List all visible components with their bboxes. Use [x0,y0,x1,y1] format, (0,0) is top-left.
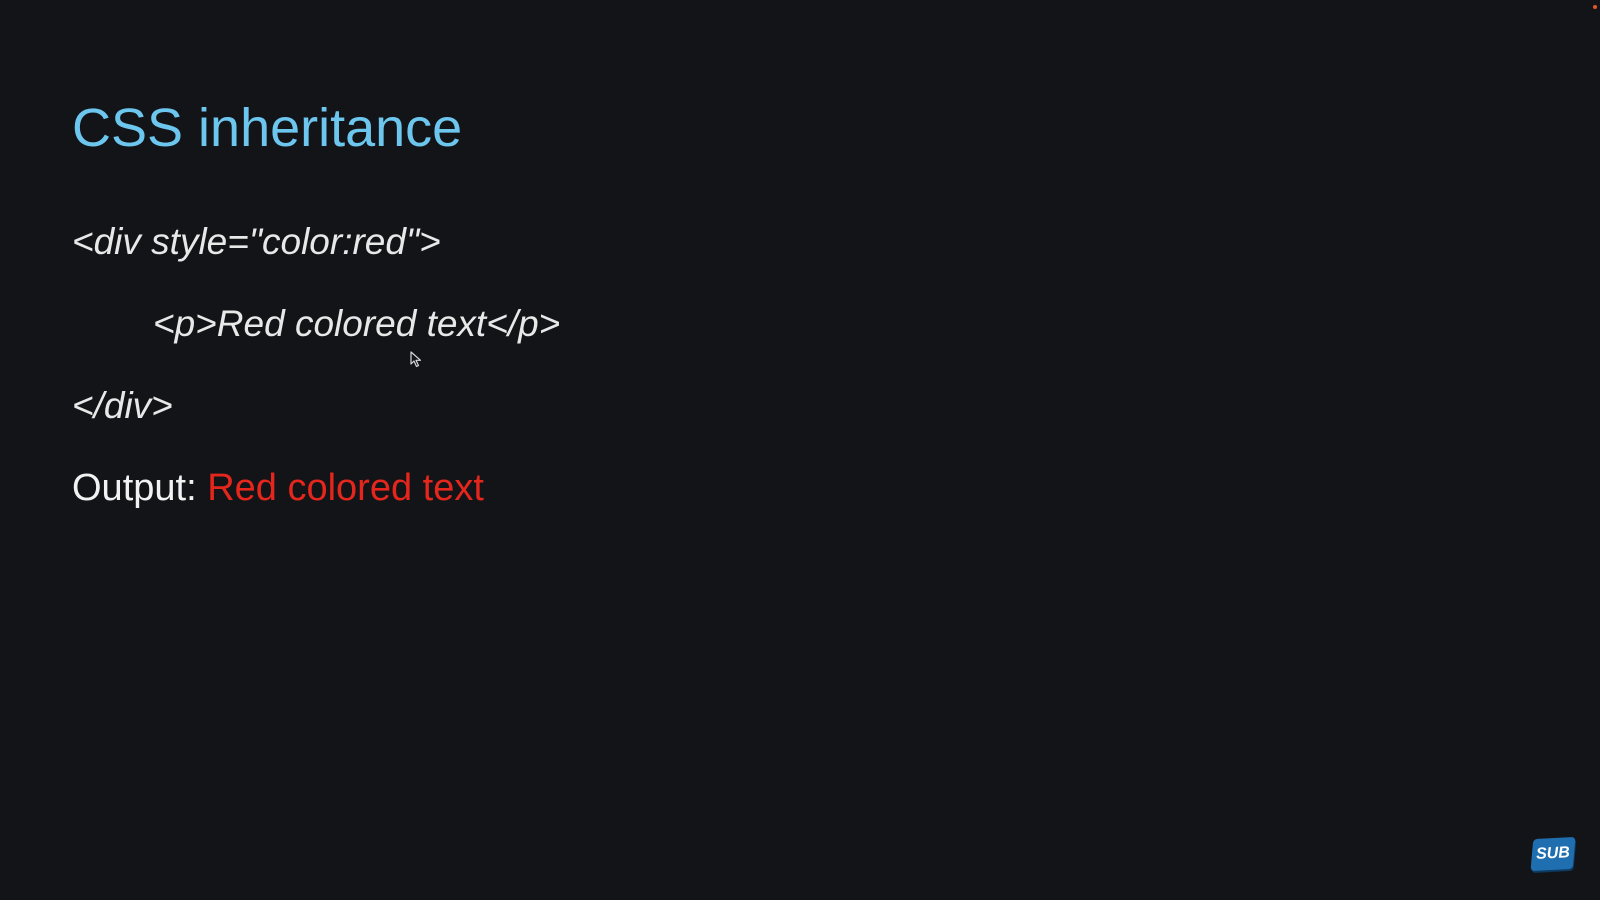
output-label: Output: [72,467,197,509]
code-line-div-close: </div> [72,385,173,426]
mouse-pointer-icon [410,351,422,368]
code-line-paragraph: <p>Red colored text</p> [153,303,561,344]
subscribe-badge-label: SUB [1535,844,1571,863]
code-line-div-open: <div style="color:red"> [72,221,441,262]
output-value: Red colored text [207,467,484,509]
subscribe-badge[interactable]: SUB [1530,836,1576,872]
slide-title: CSS inheritance [72,98,463,158]
output-line: Output: Red colored text [72,465,484,511]
recording-indicator-dot [1593,5,1597,9]
presentation-slide: CSS inheritance <div style="color:red"> … [0,0,1600,900]
